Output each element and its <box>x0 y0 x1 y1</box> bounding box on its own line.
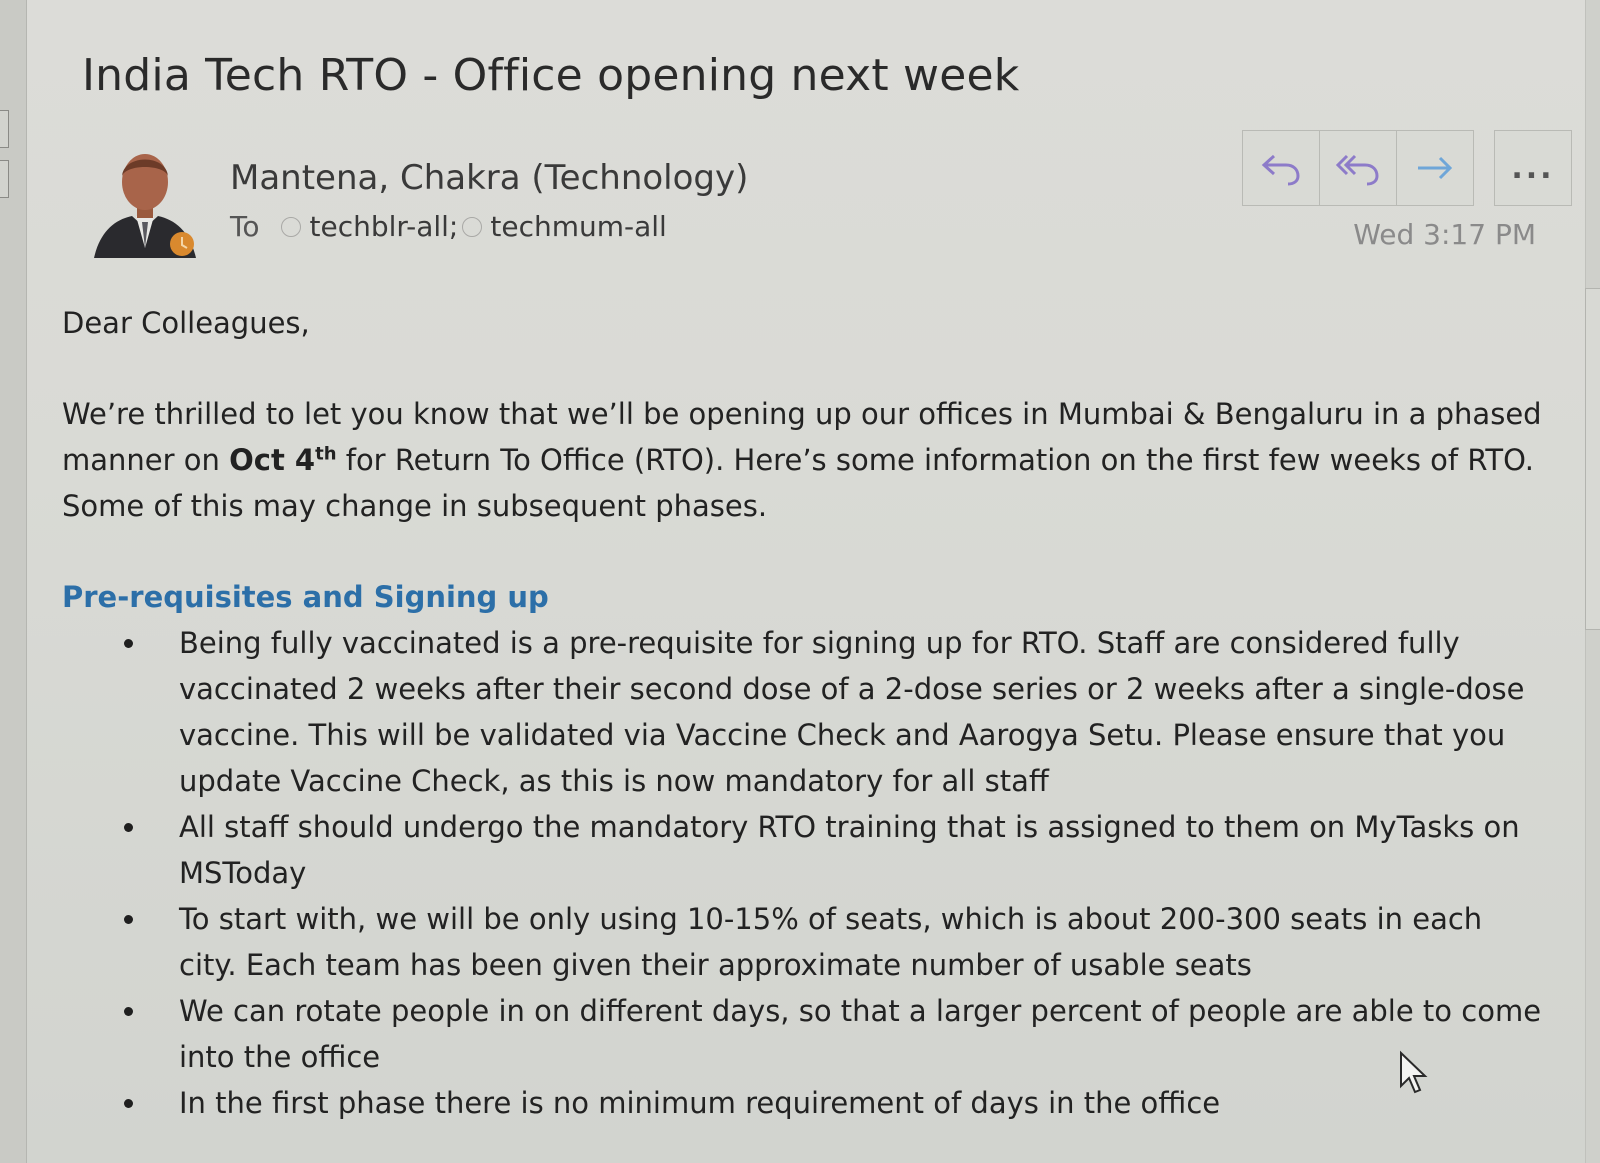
message-toolbar: ... <box>1242 130 1572 206</box>
reply-button[interactable] <box>1242 130 1320 206</box>
recipients-line: To techblr-all; techmum-all <box>230 210 671 243</box>
left-panel-tab[interactable] <box>0 160 9 198</box>
list-item: All staff should undergo the mandatory R… <box>62 804 1542 896</box>
reply-icon <box>1261 154 1300 186</box>
avatar-photo-icon <box>94 154 196 258</box>
section-heading: Pre-requisites and Signing up <box>62 580 549 614</box>
reply-all-button[interactable] <box>1320 130 1397 206</box>
recipient-techmum[interactable]: techmum-all <box>490 210 666 243</box>
list-item: To start with, we will be only using 10-… <box>62 896 1542 988</box>
mouse-pointer-icon <box>1398 1050 1430 1096</box>
presence-icon <box>281 216 302 237</box>
forward-button[interactable] <box>1397 130 1474 206</box>
to-label: To <box>230 210 260 243</box>
email-subject: India Tech RTO - Office opening next wee… <box>82 50 1020 101</box>
intro-date-suffix: th <box>315 443 337 465</box>
list-item: Being fully vaccinated is a pre-requisit… <box>62 620 1542 804</box>
greeting: Dear Colleagues, <box>62 306 310 340</box>
requirements-list: Being fully vaccinated is a pre-requisit… <box>62 620 1542 1126</box>
sender-avatar[interactable] <box>90 140 200 260</box>
list-item: We can rotate people in on different day… <box>62 988 1542 1080</box>
screen: India Tech RTO - Office opening next wee… <box>0 0 1600 1163</box>
forward-icon <box>1418 156 1453 180</box>
intro-date: Oct 4th <box>229 443 337 477</box>
presence-icon <box>462 216 483 237</box>
reply-all-icon <box>1335 154 1379 186</box>
left-panel-tab[interactable] <box>0 110 9 148</box>
sender-name[interactable]: Mantena, Chakra (Technology) <box>230 158 748 198</box>
received-timestamp: Wed 3:17 PM <box>1353 218 1536 251</box>
list-item: In the first phase there is no minimum r… <box>62 1080 1542 1126</box>
more-actions-button[interactable]: ... <box>1494 130 1572 206</box>
recipient-techblr[interactable]: techblr-all; <box>309 210 458 243</box>
left-panel-edge <box>0 0 27 1163</box>
intro-paragraph: We’re thrilled to let you know that we’l… <box>62 391 1542 529</box>
email-body: Dear Colleagues, We’re thrilled to let y… <box>62 300 1542 1126</box>
scrollbar-thumb[interactable] <box>1585 288 1600 630</box>
